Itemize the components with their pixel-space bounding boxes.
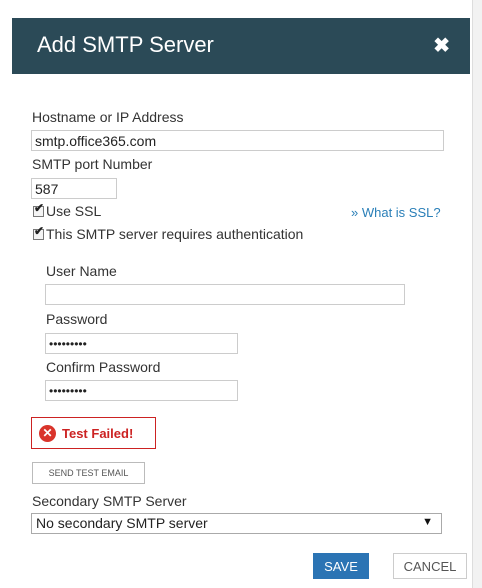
password-label: Password [46,311,108,327]
secondary-smtp-selected: No secondary SMTP server [36,515,208,531]
close-icon[interactable]: ✖ [433,33,450,58]
confirm-password-mask: ••••••••• [49,384,87,398]
secondary-smtp-select[interactable]: No secondary SMTP server ▼ [31,513,442,534]
password-mask: ••••••••• [49,337,87,351]
dialog-title: Add SMTP Server [37,32,214,57]
requires-auth-label: This SMTP server requires authentication [46,226,304,242]
hostname-input[interactable] [31,130,444,151]
save-button[interactable]: SAVE [313,553,369,579]
use-ssl-checkbox[interactable]: ✔ [33,201,44,217]
dialog-scroll-edge [472,0,482,588]
checkmark-icon: ✔ [34,223,45,238]
requires-auth-checkbox-row[interactable]: ✔ This SMTP server requires authenticati… [33,224,304,242]
port-input[interactable] [31,178,117,199]
requires-auth-checkbox[interactable]: ✔ [33,224,44,240]
confirm-password-input[interactable]: ••••••••• [45,380,238,401]
test-failed-text: Test Failed! [62,425,134,441]
use-ssl-checkbox-row[interactable]: ✔ Use SSL [33,201,102,219]
what-is-ssl-link[interactable]: » What is SSL? [351,205,441,220]
add-smtp-server-dialog: Add SMTP Server ✖ Hostname or IP Address… [0,0,482,588]
use-ssl-label: Use SSL [46,203,102,219]
test-failed-alert: ✕ Test Failed! [31,417,156,449]
checkmark-icon: ✔ [34,200,45,215]
secondary-smtp-label: Secondary SMTP Server [32,493,187,509]
username-input[interactable] [45,284,405,305]
password-input[interactable]: ••••••••• [45,333,238,354]
error-circle-icon: ✕ [39,424,56,442]
hostname-label: Hostname or IP Address [32,109,184,125]
send-test-email-button[interactable]: SEND TEST EMAIL [32,462,145,484]
username-label: User Name [46,263,117,279]
dialog-header: Add SMTP Server ✖ [12,18,470,74]
dropdown-arrow-icon: ▼ [422,516,433,528]
port-label: SMTP port Number [32,156,153,172]
cancel-button[interactable]: CANCEL [393,553,467,579]
confirm-password-label: Confirm Password [46,359,161,375]
